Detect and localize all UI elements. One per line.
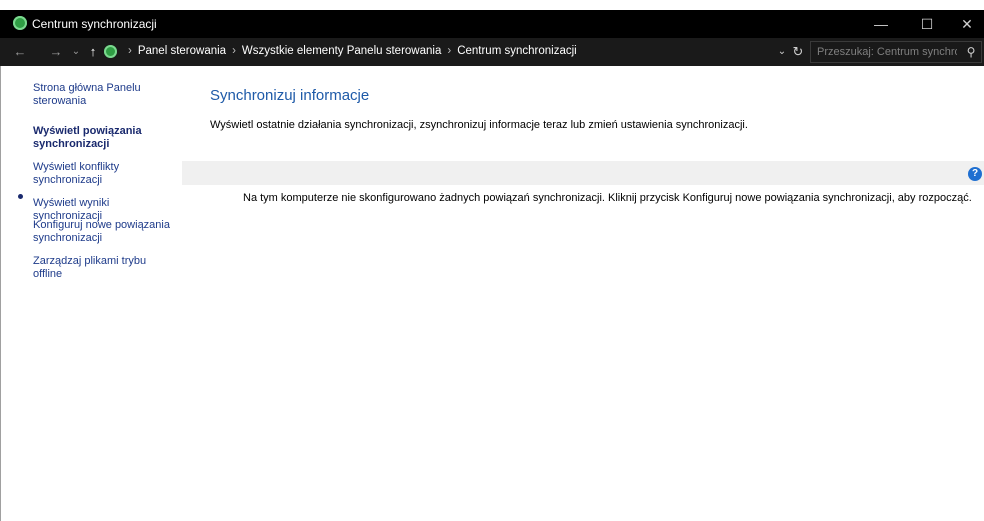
window-title: Centrum synchronizacji — [32, 17, 157, 31]
current-page-bullet-icon — [18, 194, 23, 199]
sync-center-icon — [104, 45, 117, 58]
address-dropdown-icon[interactable]: ⌄ — [775, 43, 789, 61]
sidebar-item-view-partnerships[interactable]: Wyświetl powiązania synchronizacji — [33, 125, 178, 151]
main-content: Synchronizuj informacje Wyświetl ostatni… — [182, 66, 984, 521]
breadcrumb[interactable]: › Panel sterowania › Wszystkie elementy Pan… — [122, 45, 577, 57]
page-description: Wyświetl ostatnie działania synchronizac… — [210, 119, 748, 131]
close-button[interactable]: ✕ — [950, 10, 984, 38]
page-title: Synchronizuj informacje — [210, 87, 370, 104]
address-bar: ← → ⌄ ↑ › Panel sterowania › Wszystkie elem… — [0, 38, 984, 66]
search-icon[interactable]: ⚲ — [964, 43, 978, 61]
forward-arrow-icon[interactable]: → — [48, 43, 64, 61]
refresh-icon[interactable]: ↻ — [791, 43, 805, 61]
minimize-button[interactable]: — — [858, 10, 904, 38]
search-input[interactable] — [817, 44, 957, 60]
breadcrumb-item-all-items[interactable]: Wszystkie elementy Panelu sterowania — [242, 45, 441, 57]
breadcrumb-separator-icon[interactable]: › — [232, 45, 236, 57]
toolbar — [182, 161, 984, 185]
empty-state-message: Na tym komputerze nie skonfigurowano żad… — [243, 192, 972, 204]
breadcrumb-item-control-panel[interactable]: Panel sterowania — [138, 45, 226, 57]
help-icon[interactable]: ? — [968, 167, 982, 181]
recent-locations-chevron-icon[interactable]: ⌄ — [70, 43, 82, 61]
sidebar-item-setup-partnerships[interactable]: Konfiguruj nowe powiązania synchronizacj… — [33, 219, 178, 245]
breadcrumb-separator-icon[interactable]: › — [128, 45, 132, 57]
sidebar-item-manage-offline-files[interactable]: Zarządzaj plikami trybu offline — [33, 255, 178, 281]
back-arrow-icon[interactable]: ← — [12, 43, 28, 61]
sidebar-item-control-panel-home[interactable]: Strona główna Panelu sterowania — [33, 82, 178, 108]
title-bar[interactable]: Centrum synchronizacji — ☐ ✕ — [0, 10, 984, 38]
search-box[interactable]: ⚲ — [810, 41, 982, 63]
breadcrumb-separator-icon[interactable]: › — [447, 45, 451, 57]
sidebar-item-view-conflicts[interactable]: Wyświetl konflikty synchronizacji — [33, 161, 178, 187]
control-panel-window: Centrum synchronizacji — ☐ ✕ ← → ⌄ ↑ › Pa… — [0, 0, 984, 521]
maximize-button[interactable]: ☐ — [904, 10, 950, 38]
breadcrumb-item-sync-center[interactable]: Centrum synchronizacji — [457, 45, 577, 57]
sync-center-icon — [13, 16, 27, 30]
sidebar: Strona główna Panelu sterowania Wyświetl… — [0, 66, 182, 521]
up-arrow-icon[interactable]: ↑ — [86, 43, 100, 61]
